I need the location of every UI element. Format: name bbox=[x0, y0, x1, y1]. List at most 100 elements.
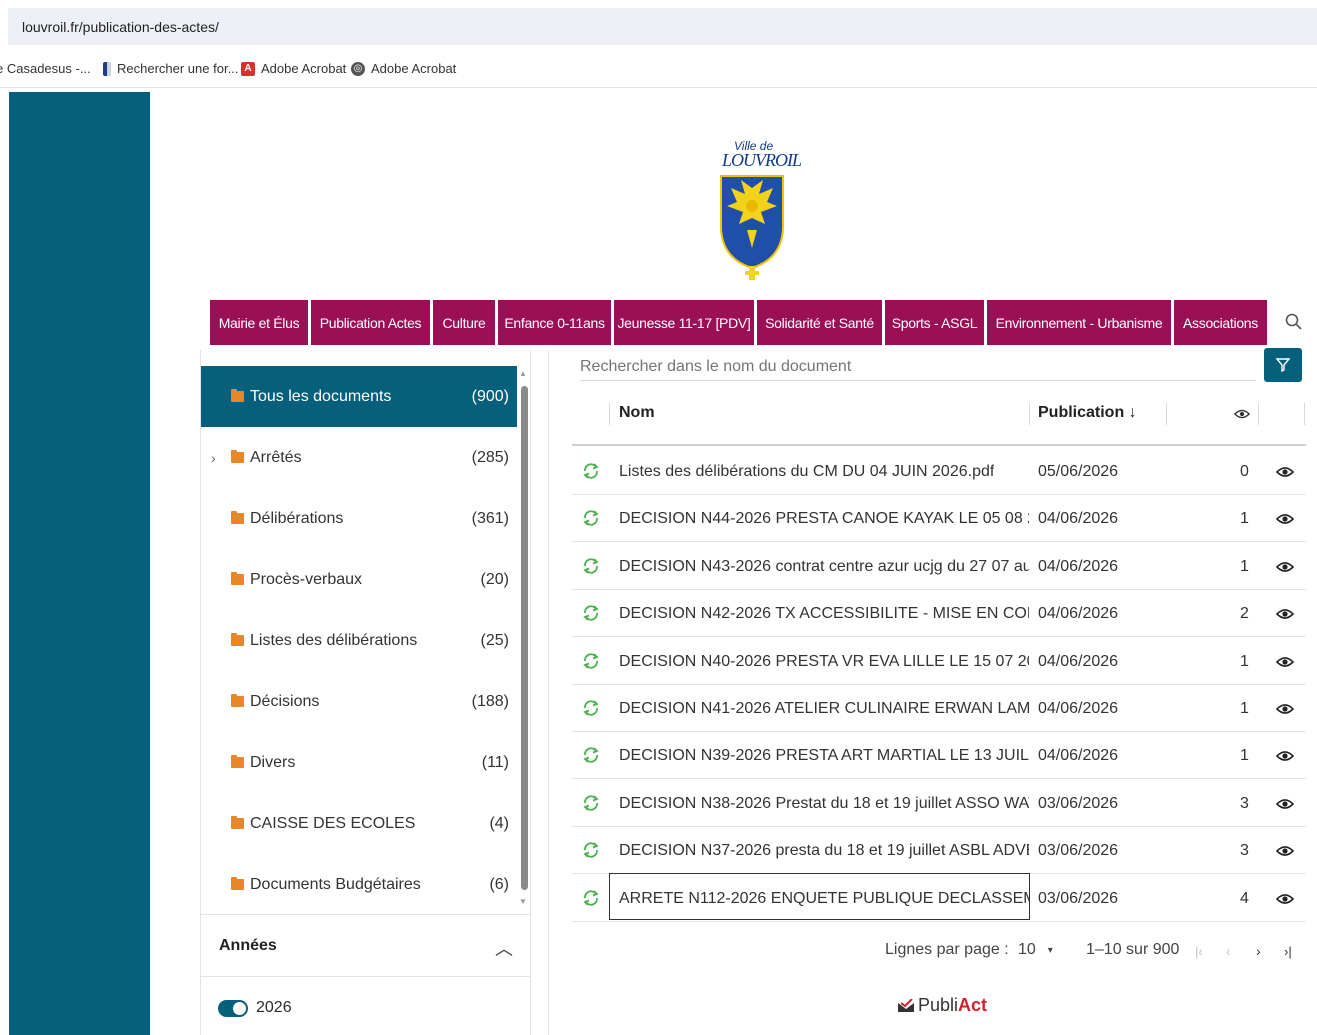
bookmark-casadesus[interactable]: e Casadesus -... bbox=[0, 61, 91, 76]
view-count: 1 bbox=[1240, 652, 1249, 670]
sync-icon bbox=[582, 509, 600, 527]
nav-enfance[interactable]: Enfance 0-11ans bbox=[498, 300, 611, 345]
chevron-right-icon[interactable]: › bbox=[211, 450, 216, 466]
view-count: 3 bbox=[1240, 842, 1249, 860]
url-text: louvroil.fr/publication-des-actes/ bbox=[22, 19, 219, 35]
category-listes-deliberations[interactable]: Listes des délibérations (25) bbox=[201, 610, 517, 671]
first-page-icon[interactable]: |‹ bbox=[1195, 944, 1203, 959]
nav-jeunesse[interactable]: Jeunesse 11-17 [PDV] bbox=[614, 300, 754, 345]
column-separator bbox=[1304, 403, 1305, 425]
eye-icon[interactable] bbox=[1275, 511, 1295, 527]
rows-per-page-select[interactable]: 10 ▾ bbox=[1018, 941, 1053, 961]
table-row[interactable]: DECISION N44-2026 PRESTA CANOE KAYAK LE … bbox=[572, 495, 1306, 543]
bookmark-rechercher[interactable]: Rechercher une for... bbox=[103, 61, 238, 76]
nav-associations[interactable]: Associations bbox=[1174, 300, 1267, 345]
folder-icon bbox=[231, 877, 244, 890]
eye-icon[interactable] bbox=[1275, 654, 1295, 670]
table-row[interactable]: DECISION N39-2026 PRESTA ART MARTIAL LE … bbox=[572, 732, 1306, 780]
folder-icon bbox=[231, 572, 244, 585]
years-section-header[interactable]: Années ︿ bbox=[201, 914, 531, 977]
next-page-icon[interactable]: › bbox=[1256, 943, 1261, 959]
table-row[interactable]: DECISION N40-2026 PRESTA VR EVA LILLE LE… bbox=[572, 638, 1306, 685]
search-icon[interactable] bbox=[1284, 312, 1304, 332]
bookmark-adobe-acrobat-1[interactable]: A Adobe Acrobat bbox=[241, 61, 346, 76]
filter-button[interactable] bbox=[1264, 348, 1302, 382]
column-header-nom[interactable]: Nom bbox=[619, 404, 655, 422]
category-count: (188) bbox=[471, 692, 509, 710]
nav-publication-actes[interactable]: Publication Actes bbox=[311, 300, 430, 345]
scrollbar-thumb[interactable] bbox=[521, 386, 528, 890]
scroll-down-icon[interactable]: ▼ bbox=[519, 897, 527, 906]
folder-icon bbox=[231, 694, 244, 707]
nav-solidarite-sante[interactable]: Solidarité et Santé bbox=[757, 300, 882, 345]
caret-down-icon: ▾ bbox=[1047, 945, 1053, 956]
document-name[interactable]: DECISION N38-2026 Prestat du 18 et 19 ju… bbox=[619, 795, 1029, 813]
document-name[interactable]: Listes des délibérations du CM DU 04 JUI… bbox=[619, 463, 994, 481]
eye-icon[interactable] bbox=[1275, 843, 1295, 859]
previous-page-icon[interactable]: ‹ bbox=[1226, 943, 1231, 959]
document-name[interactable]: ARRETE N112-2026 ENQUETE PUBLIQUE DECLAS… bbox=[619, 890, 1029, 908]
document-name[interactable]: DECISION N39-2026 PRESTA ART MARTIAL LE … bbox=[619, 747, 1029, 765]
year-toggle-2026[interactable]: 2026 bbox=[218, 999, 292, 1017]
category-documents-budgetaires[interactable]: Documents Budgétaires (6) bbox=[201, 854, 517, 915]
category-tous-les-documents[interactable]: Tous les documents (900) bbox=[201, 366, 517, 427]
category-decisions[interactable]: Décisions (188) bbox=[201, 671, 517, 732]
publication-date: 03/06/2026 bbox=[1038, 794, 1119, 812]
view-count: 1 bbox=[1240, 747, 1249, 765]
eye-icon[interactable] bbox=[1275, 796, 1295, 812]
table-row[interactable]: DECISION N41-2026 ATELIER CULINAIRE ERWA… bbox=[572, 685, 1306, 732]
toggle-switch[interactable] bbox=[218, 999, 248, 1017]
category-label: Divers bbox=[250, 753, 296, 771]
category-deliberations[interactable]: Délibérations (361) bbox=[201, 488, 517, 549]
bookmark-label: Adobe Acrobat bbox=[371, 61, 457, 76]
city-logo[interactable]: Ville de LOUVROIL bbox=[716, 138, 802, 282]
eye-icon[interactable] bbox=[1275, 891, 1295, 907]
address-bar[interactable]: louvroil.fr/publication-des-actes/ bbox=[8, 8, 1317, 45]
table-row[interactable]: DECISION N43-2026 contrat centre azur uc… bbox=[572, 543, 1306, 590]
table-row[interactable]: DECISION N38-2026 Prestat du 18 et 19 ju… bbox=[572, 780, 1306, 827]
views-column-eye-icon[interactable] bbox=[1234, 407, 1250, 421]
table-row[interactable]: Listes des délibérations du CM DU 04 JUI… bbox=[572, 448, 1306, 495]
nav-culture[interactable]: Culture bbox=[433, 300, 495, 345]
category-count: (20) bbox=[480, 570, 509, 588]
eye-icon[interactable] bbox=[1275, 748, 1295, 764]
document-search-input[interactable] bbox=[580, 354, 1256, 381]
eye-icon[interactable] bbox=[1275, 464, 1295, 480]
nav-mairie-et-elus[interactable]: Mairie et Élus bbox=[210, 300, 308, 345]
category-count: (285) bbox=[471, 448, 509, 466]
publiact-logo[interactable]: Publi Act bbox=[897, 995, 987, 1016]
category-proces-verbaux[interactable]: Procès-verbaux (20) bbox=[201, 549, 517, 610]
table-row[interactable]: DECISION N42-2026 TX ACCESSIBILITE - MIS… bbox=[572, 590, 1306, 638]
eye-icon[interactable] bbox=[1275, 606, 1295, 622]
category-arretes[interactable]: › Arrêtés (285) bbox=[201, 427, 517, 488]
chevron-up-icon[interactable]: ︿ bbox=[495, 935, 513, 961]
column-header-publication[interactable]: Publication ↓ bbox=[1038, 404, 1137, 422]
document-name[interactable]: DECISION N43-2026 contrat centre azur uc… bbox=[619, 558, 1029, 576]
sync-icon bbox=[582, 794, 600, 812]
nav-sports-asgl[interactable]: Sports - ASGL bbox=[885, 300, 984, 345]
document-name[interactable]: DECISION N40-2026 PRESTA VR EVA LILLE LE… bbox=[619, 653, 1029, 671]
scroll-up-icon[interactable]: ▲ bbox=[519, 369, 527, 378]
eye-icon[interactable] bbox=[1275, 701, 1295, 717]
sync-icon bbox=[582, 604, 600, 622]
publication-date: 03/06/2026 bbox=[1038, 842, 1119, 860]
eye-icon[interactable] bbox=[1275, 559, 1295, 575]
table-row[interactable]: DECISION N37-2026 presta du 18 et 19 jui… bbox=[572, 827, 1306, 875]
document-name[interactable]: DECISION N42-2026 TX ACCESSIBILITE - MIS… bbox=[619, 605, 1029, 623]
document-name[interactable]: DECISION N44-2026 PRESTA CANOE KAYAK LE … bbox=[619, 510, 1029, 528]
globe-icon: ◎ bbox=[351, 61, 365, 76]
category-divers[interactable]: Divers (11) bbox=[201, 732, 517, 793]
bookmark-adobe-acrobat-2[interactable]: ◎ Adobe Acrobat bbox=[351, 61, 456, 76]
category-label: Délibérations bbox=[250, 509, 344, 527]
pagination-range: 1–10 sur 900 bbox=[1086, 941, 1180, 958]
view-count: 2 bbox=[1240, 605, 1249, 623]
category-caisse-des-ecoles[interactable]: CAISSE DES ECOLES (4) bbox=[201, 793, 517, 854]
last-page-icon[interactable]: ›| bbox=[1284, 944, 1292, 959]
nav-environnement-urbanisme[interactable]: Environnement - Urbanisme bbox=[987, 300, 1171, 345]
document-name[interactable]: DECISION N37-2026 presta du 18 et 19 jui… bbox=[619, 842, 1029, 860]
view-count: 1 bbox=[1240, 557, 1249, 575]
year-label: 2026 bbox=[256, 999, 292, 1016]
filter-icon bbox=[1275, 358, 1291, 373]
document-name[interactable]: DECISION N41-2026 ATELIER CULINAIRE ERWA… bbox=[619, 700, 1029, 718]
table-row[interactable]: ARRETE N112-2026 ENQUETE PUBLIQUE DECLAS… bbox=[572, 872, 1306, 922]
